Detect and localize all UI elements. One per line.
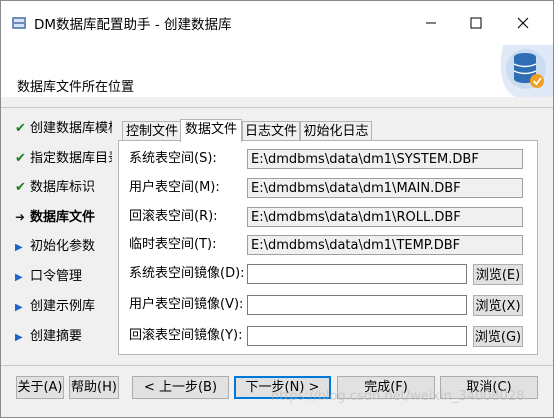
arrow-right-icon: ➜ [15, 210, 26, 224]
roll-tablespace-field[interactable]: E:\dmdbms\data\dm1\ROLL.DBF [247, 207, 523, 227]
system-tablespace-field[interactable]: E:\dmdbms\data\dm1\SYSTEM.DBF [247, 149, 523, 169]
step-list: ✔ 创建数据库模板 ✔ 指定数据库目录 ✔ 数据库标识 ➜ 数据库文件 ▶ 初始化参数 ▶… [1, 108, 112, 364]
maximize-button[interactable] [453, 1, 499, 45]
title-bar: DM数据库配置助手 - 创建数据库 [1, 1, 553, 45]
step-item-identity: ✔ 数据库标识 [15, 178, 112, 198]
main-tablespace-field[interactable]: E:\dmdbms\data\dm1\MAIN.DBF [247, 178, 523, 198]
step-label: 口令管理 [30, 269, 83, 284]
header-banner: 数据库文件所在位置 [1, 45, 553, 97]
main-mirror-input[interactable] [247, 295, 467, 315]
step-label: 指定数据库目录 [30, 151, 112, 166]
step-label: 数据库标识 [30, 180, 96, 195]
main-tablespace-label: 用户表空间(M): [129, 180, 220, 195]
step-label: 创建示例库 [30, 299, 96, 314]
roll-mirror-input[interactable] [247, 326, 467, 346]
check-icon: ✔ [15, 151, 26, 166]
tab-log-file[interactable]: 日志文件 [242, 121, 300, 141]
step-item-template: ✔ 创建数据库模板 [15, 119, 112, 139]
tab-control-file[interactable]: 控制文件 [122, 121, 182, 141]
step-item-password: ▶ 口令管理 [15, 267, 112, 287]
step-label: 初始化参数 [30, 239, 96, 254]
banner-title: 数据库文件所在位置 [17, 80, 135, 95]
help-button[interactable]: 帮助(H) [69, 376, 119, 399]
temp-tablespace-field[interactable]: E:\dmdbms\data\dm1\TEMP.DBF [247, 235, 523, 255]
minimize-button[interactable] [408, 1, 454, 45]
watermark: https://blog.csdn.net/weixin_34008028 [271, 389, 525, 404]
roll-mirror-label: 回滚表空间镜像(Y): [129, 328, 243, 343]
system-mirror-input[interactable] [247, 264, 467, 284]
tab-data-file[interactable]: 数据文件 [180, 119, 242, 142]
triangle-right-icon: ▶ [15, 302, 23, 313]
check-icon: ✔ [15, 121, 26, 136]
step-item-init-params: ▶ 初始化参数 [15, 237, 112, 257]
window-title: DM数据库配置助手 - 创建数据库 [34, 17, 232, 33]
step-label: 创建数据库模板 [30, 121, 112, 136]
footer-divider [1, 365, 553, 366]
triangle-right-icon: ▶ [15, 242, 23, 253]
step-item-sample-db: ▶ 创建示例库 [15, 297, 112, 317]
step-item-directory: ✔ 指定数据库目录 [15, 149, 112, 169]
temp-tablespace-label: 临时表空间(T): [129, 237, 217, 252]
close-button[interactable] [500, 1, 546, 45]
step-label: 创建摘要 [30, 329, 83, 344]
browse-main-mirror-button[interactable]: 浏览(X) [473, 295, 523, 316]
wizard-window: DM数据库配置助手 - 创建数据库 数据库文件所在位置 ✔ 创建数据库模板 ✔ … [0, 0, 554, 418]
tab-init-log[interactable]: 初始化日志 [300, 121, 372, 141]
minimize-icon [425, 17, 437, 29]
database-check-icon [493, 45, 553, 97]
system-tablespace-label: 系统表空间(S): [129, 151, 217, 166]
triangle-right-icon: ▶ [15, 332, 23, 343]
step-item-files: ➜ 数据库文件 [15, 207, 112, 227]
system-mirror-label: 系统表空间镜像(D): [129, 266, 245, 281]
browse-system-mirror-button[interactable]: 浏览(E) [473, 264, 523, 285]
app-icon [11, 15, 27, 31]
step-label: 数据库文件 [30, 210, 96, 225]
check-icon: ✔ [15, 180, 26, 195]
close-icon [517, 17, 529, 29]
prev-button[interactable]: < 上一步(B) [132, 376, 229, 399]
about-button[interactable]: 关于(A) [16, 376, 64, 399]
browse-roll-mirror-button[interactable]: 浏览(G) [473, 326, 523, 347]
maximize-icon [470, 17, 482, 29]
step-item-summary: ▶ 创建摘要 [15, 327, 112, 347]
roll-tablespace-label: 回滚表空间(R): [129, 209, 218, 224]
main-mirror-label: 用户表空间镜像(V): [129, 297, 244, 312]
triangle-right-icon: ▶ [15, 272, 23, 283]
data-file-panel: 系统表空间(S): E:\dmdbms\data\dm1\SYSTEM.DBF … [118, 140, 538, 355]
